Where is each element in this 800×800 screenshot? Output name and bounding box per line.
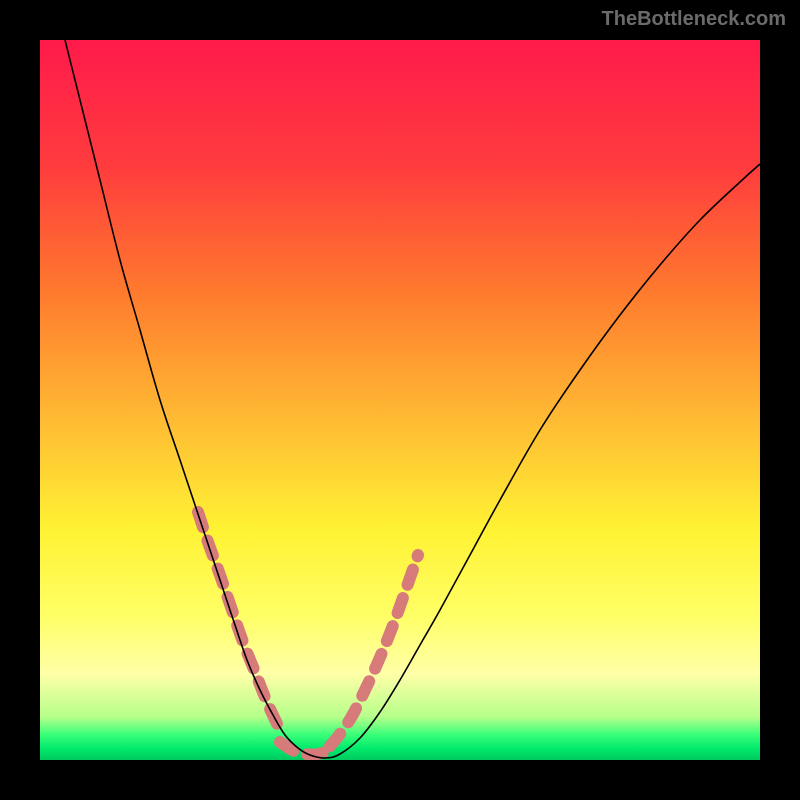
curve-layer bbox=[40, 40, 760, 760]
watermark-label: TheBottleneck.com bbox=[602, 8, 786, 31]
bottleneck-curve bbox=[65, 40, 760, 758]
plot-area bbox=[40, 40, 760, 760]
chart-frame: TheBottleneck.com bbox=[0, 0, 800, 800]
highlight-segment-left bbox=[198, 512, 280, 730]
highlight-segment-right bbox=[330, 555, 418, 746]
